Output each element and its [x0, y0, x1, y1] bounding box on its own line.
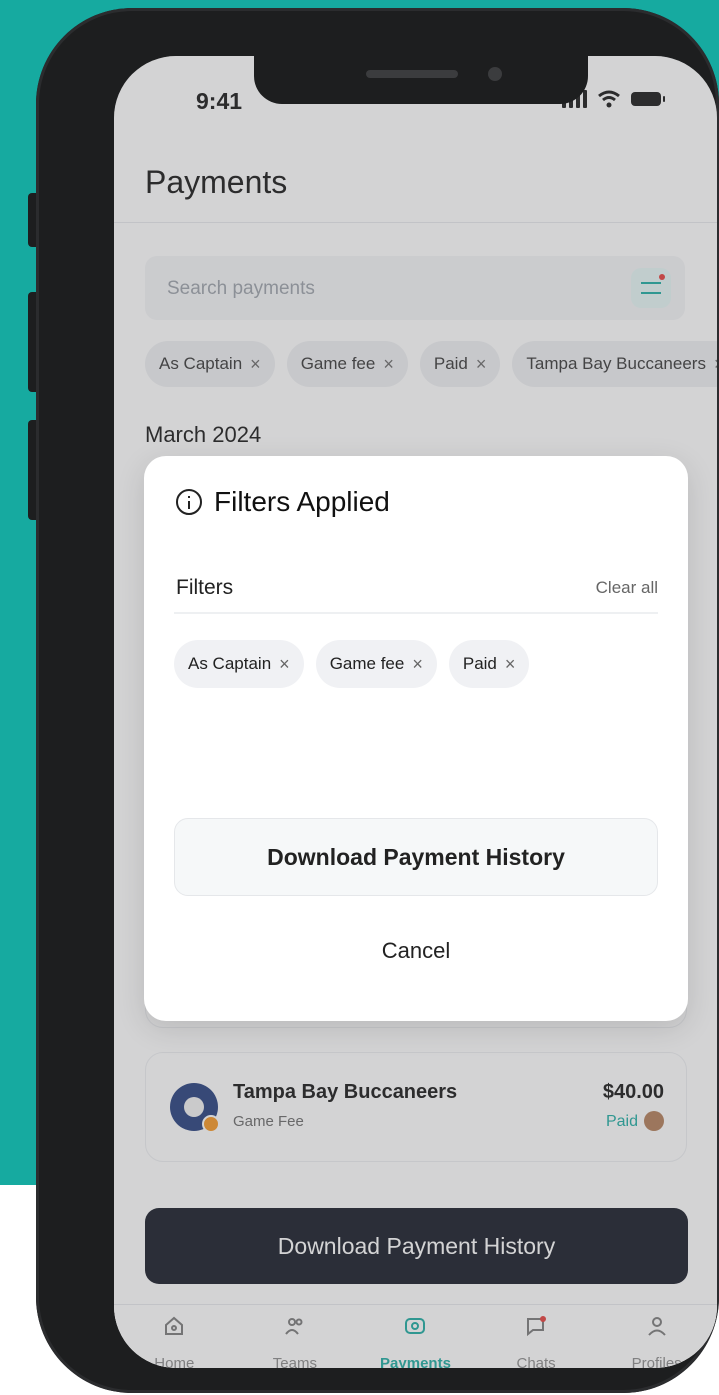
speaker [366, 70, 458, 78]
filter-chip[interactable]: As Captain × [174, 640, 304, 688]
modal-chip-row: As Captain × Game fee × Paid × [174, 640, 530, 688]
cancel-button[interactable]: Cancel [144, 938, 688, 964]
notch [254, 56, 588, 104]
close-icon[interactable]: × [279, 654, 290, 675]
filter-chip[interactable]: Game fee × [315, 640, 437, 688]
filter-chip[interactable]: Paid × [448, 640, 530, 688]
info-icon [176, 489, 202, 515]
modal-header: Filters Applied [176, 486, 390, 518]
phone-frame: 9:41 Payments Search payments As Captain… [36, 8, 719, 1393]
camera [488, 67, 502, 81]
phone-screen: 9:41 Payments Search payments As Captain… [114, 56, 717, 1368]
modal-title: Filters Applied [214, 486, 390, 517]
filters-label: Filters [176, 576, 234, 599]
download-payment-history-button[interactable]: Download Payment History [174, 818, 658, 896]
close-icon[interactable]: × [505, 654, 516, 675]
clear-all-button[interactable]: Clear all [596, 578, 658, 598]
filters-modal: Filters Applied Filters Clear all As Cap… [144, 456, 688, 1021]
close-icon[interactable]: × [412, 654, 423, 675]
modal-divider [174, 612, 658, 614]
